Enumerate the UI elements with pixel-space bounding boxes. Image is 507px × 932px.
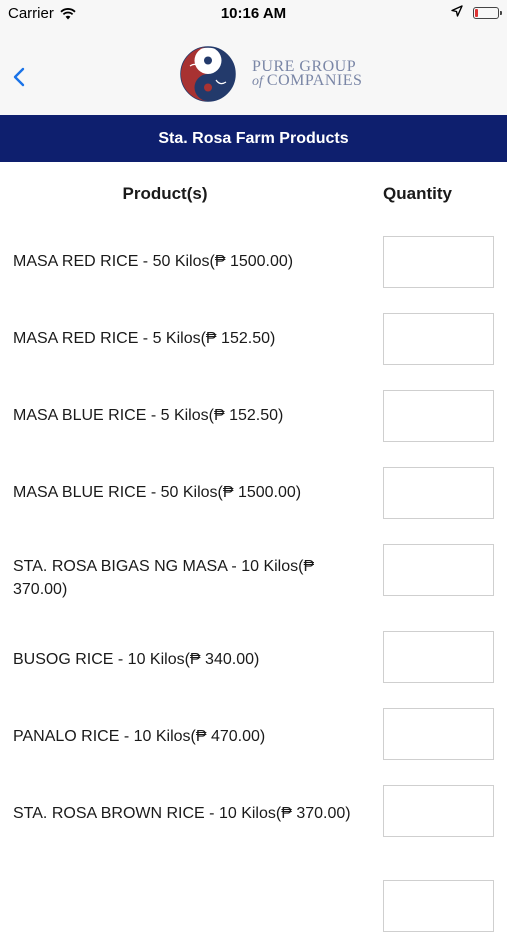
product-list: MASA RED RICE - 50 Kilos(₱ 1500.00) MASA… [0, 224, 507, 932]
product-name: MASA BLUE RICE - 5 Kilos(₱ 152.50) [13, 407, 284, 424]
quantity-column-header: Quantity [383, 184, 452, 203]
quantity-input[interactable] [383, 631, 494, 683]
table-header: Product(s) Quantity [0, 162, 507, 224]
product-row: MASA BLUE RICE - 50 Kilos(₱ 1500.00) [0, 455, 507, 532]
chevron-left-icon [13, 67, 25, 92]
quantity-input[interactable] [383, 467, 494, 519]
location-arrow-icon [451, 4, 463, 21]
product-column-header: Product(s) [122, 184, 208, 203]
logo-wordmark: Pure Group of Companies [252, 58, 363, 89]
quantity-input[interactable] [383, 785, 494, 837]
battery-icon [473, 6, 502, 19]
quantity-input[interactable] [383, 236, 494, 288]
quantity-input[interactable] [383, 880, 494, 932]
product-row: MASA BLUE RICE - 5 Kilos(₱ 152.50) [0, 378, 507, 455]
status-time: 10:16 AM [220, 5, 287, 22]
quantity-input[interactable] [383, 390, 494, 442]
product-name: STA. ROSA BIGAS NG MASA - 10 Kilos(₱ 370… [13, 558, 315, 598]
product-row [0, 880, 507, 932]
quantity-input[interactable] [383, 708, 494, 760]
quantity-input[interactable] [383, 544, 494, 596]
product-name: MASA RED RICE - 5 Kilos(₱ 152.50) [13, 330, 276, 347]
status-bar: Carrier 10:16 AM [0, 0, 507, 26]
logo-line-3: Companies [266, 71, 363, 89]
logo-emblem-icon [180, 46, 236, 102]
product-name: STA. ROSA BROWN RICE - 10 Kilos(₱ 370.00… [13, 805, 351, 822]
product-row: MASA RED RICE - 50 Kilos(₱ 1500.00) [0, 224, 507, 301]
logo-line-2-group: of Companies [252, 71, 363, 89]
product-name: MASA BLUE RICE - 50 Kilos(₱ 1500.00) [13, 484, 302, 501]
product-row: BUSOG RICE - 10 Kilos(₱ 340.00) [0, 629, 507, 706]
logo-line-2: of [252, 73, 263, 89]
navigation-bar: Pure Group of Companies [0, 26, 507, 116]
company-logo: Pure Group of Companies [180, 46, 362, 102]
product-row: PANALO RICE - 10 Kilos(₱ 470.00) [0, 706, 507, 783]
product-row: STA. ROSA BROWN RICE - 10 Kilos(₱ 370.00… [0, 783, 507, 880]
quantity-input[interactable] [383, 313, 494, 365]
product-name: MASA RED RICE - 50 Kilos(₱ 1500.00) [13, 253, 294, 270]
page-title-bar: Sta. Rosa Farm Products [0, 115, 507, 162]
product-row: STA. ROSA BIGAS NG MASA - 10 Kilos(₱ 370… [0, 532, 507, 629]
status-right-group [451, 4, 502, 21]
page-title: Sta. Rosa Farm Products [158, 129, 349, 147]
back-button[interactable] [8, 64, 30, 94]
product-name: BUSOG RICE - 10 Kilos(₱ 340.00) [13, 651, 260, 668]
product-name: PANALO RICE - 10 Kilos(₱ 470.00) [13, 728, 266, 745]
product-row: MASA RED RICE - 5 Kilos(₱ 152.50) [0, 301, 507, 378]
